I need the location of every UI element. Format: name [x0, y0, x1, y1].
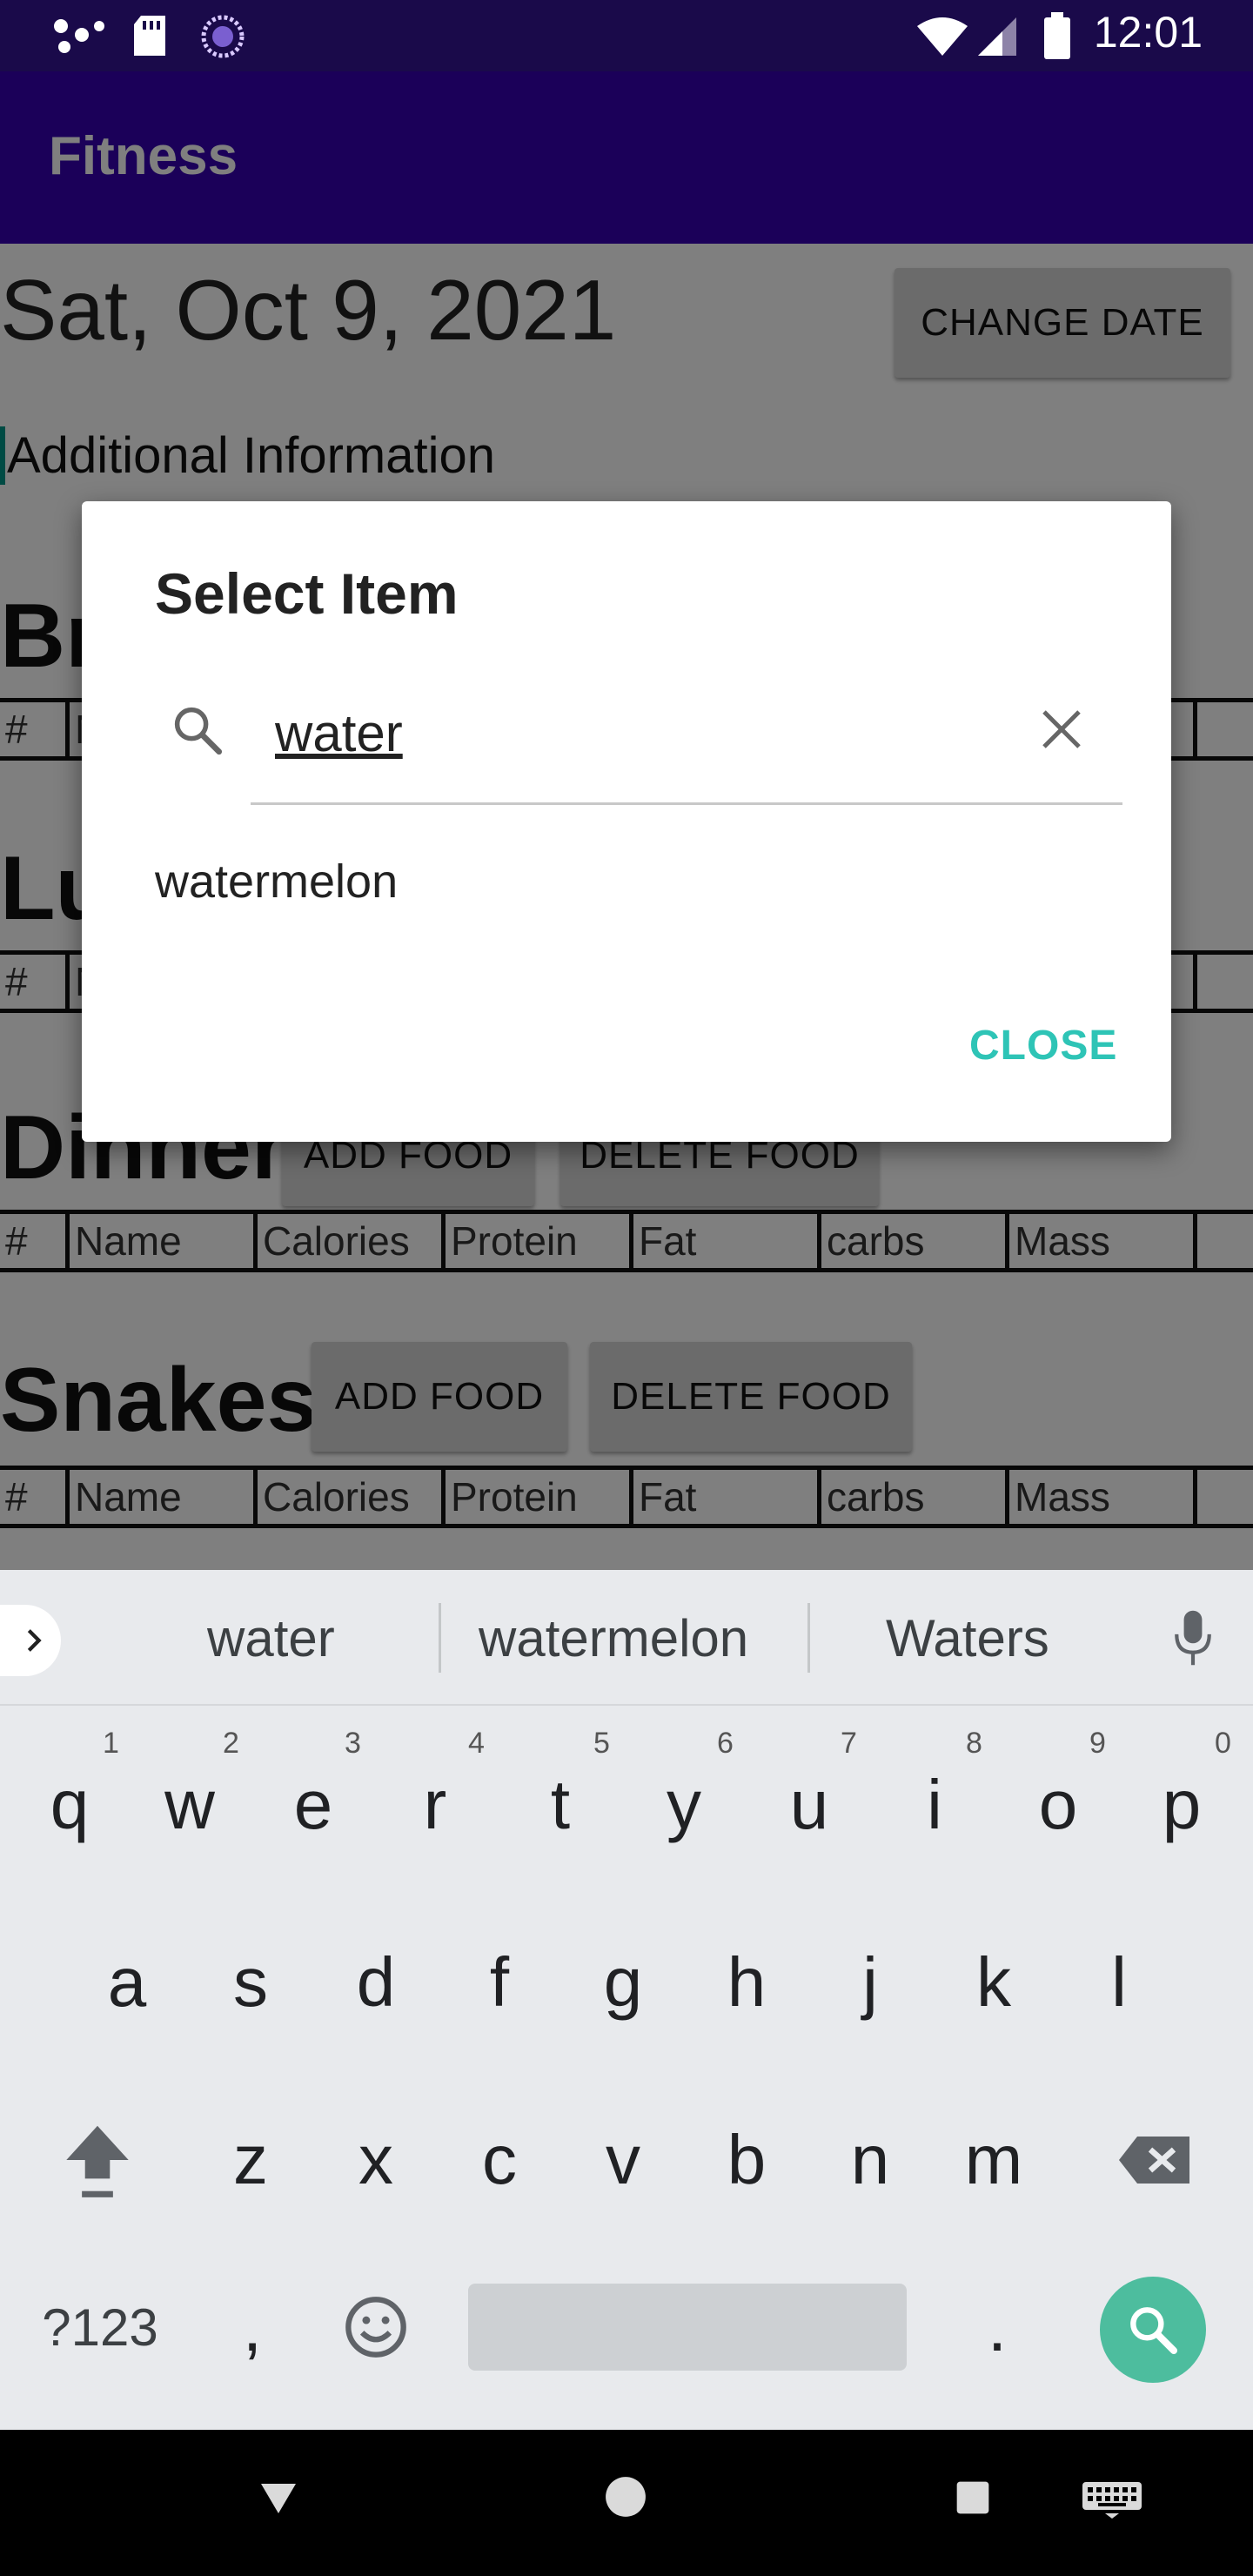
search-icon — [1130, 2307, 1177, 2354]
shift-key[interactable] — [54, 2116, 141, 2204]
key-i[interactable]: i — [891, 1761, 978, 1848]
key-a[interactable]: a — [84, 1939, 171, 2026]
key-r[interactable]: r — [392, 1761, 479, 1848]
app-notification-icon — [54, 19, 104, 53]
status-bar: 12:01 — [0, 0, 1253, 71]
suggestion-watermelon[interactable]: watermelon — [479, 1608, 748, 1668]
clock-time: 12:01 — [1093, 8, 1203, 57]
comma-key[interactable]: , — [218, 2284, 287, 2371]
suggestion-strip: water watermelon Waters — [0, 1570, 1253, 1706]
period-key[interactable]: . — [954, 2284, 1041, 2371]
key-l[interactable]: l — [1075, 1939, 1163, 2026]
chevron-right-icon — [27, 1629, 42, 1652]
search-input[interactable]: water — [275, 703, 403, 763]
key-g[interactable]: g — [580, 1939, 667, 2026]
expand-toolbar-button[interactable] — [0, 1605, 61, 1676]
suggestion-separator — [439, 1603, 441, 1673]
soft-keyboard: water watermelon Waters q 1 w 2 e 3 r 4 … — [0, 1570, 1253, 2430]
backspace-key[interactable] — [1112, 2116, 1199, 2204]
symbols-key[interactable]: ?123 — [26, 2284, 174, 2371]
key-hint-8: 8 — [966, 1727, 982, 1760]
key-u[interactable]: u — [766, 1761, 853, 1848]
key-h[interactable]: h — [703, 1939, 790, 2026]
dialog-title: Select Item — [155, 561, 459, 626]
keyboard-switch-icon[interactable] — [1081, 2480, 1143, 2519]
suggestion-separator — [807, 1603, 810, 1673]
select-item-dialog: Select Item water watermelon CLOSE — [82, 501, 1171, 1142]
key-s[interactable]: s — [207, 1939, 294, 2026]
search-input-underline — [251, 802, 1122, 805]
key-b[interactable]: b — [703, 2116, 790, 2204]
backspace-icon — [1119, 2137, 1189, 2184]
emoji-key[interactable] — [332, 2284, 419, 2371]
key-v[interactable]: v — [580, 2116, 667, 2204]
key-hint-2: 2 — [223, 1727, 239, 1760]
key-hint-5: 5 — [593, 1727, 610, 1760]
navigation-bar — [0, 2430, 1253, 2576]
close-button[interactable]: CLOSE — [969, 1022, 1117, 1070]
clear-search-icon[interactable] — [1035, 703, 1088, 755]
key-c[interactable]: c — [456, 2116, 543, 2204]
shift-icon — [66, 2125, 129, 2197]
back-icon[interactable] — [258, 2479, 299, 2517]
key-hint-9: 9 — [1089, 1727, 1106, 1760]
key-n[interactable]: n — [827, 2116, 914, 2204]
key-hint-0: 0 — [1215, 1727, 1231, 1760]
result-item-watermelon[interactable]: watermelon — [155, 855, 398, 909]
key-x[interactable]: x — [332, 2116, 419, 2204]
key-m[interactable]: m — [950, 2116, 1037, 2204]
key-f[interactable]: f — [456, 1939, 543, 2026]
key-t[interactable]: t — [517, 1761, 604, 1848]
key-z[interactable]: z — [207, 2116, 294, 2204]
key-p[interactable]: p — [1138, 1761, 1225, 1848]
suggestion-waters[interactable]: Waters — [886, 1608, 1049, 1668]
microphone-icon[interactable] — [1171, 1607, 1215, 1669]
key-o[interactable]: o — [1015, 1761, 1102, 1848]
key-j[interactable]: j — [827, 1939, 914, 2026]
space-key[interactable] — [468, 2284, 907, 2371]
sync-icon — [201, 15, 245, 58]
search-action-key[interactable] — [1100, 2277, 1206, 2383]
home-icon[interactable] — [604, 2475, 647, 2519]
cell-signal-icon — [978, 17, 1016, 56]
key-hint-7: 7 — [841, 1727, 857, 1760]
key-d[interactable]: d — [332, 1939, 419, 2026]
key-hint-6: 6 — [717, 1727, 734, 1760]
battery-icon — [1044, 12, 1070, 59]
key-hint-4: 4 — [468, 1727, 485, 1760]
sd-card-icon — [134, 16, 165, 56]
wifi-icon — [917, 17, 968, 56]
key-q[interactable]: q — [26, 1761, 113, 1848]
suggestion-water[interactable]: water — [207, 1608, 335, 1668]
key-k[interactable]: k — [950, 1939, 1037, 2026]
emoji-icon — [345, 2297, 406, 2358]
search-icon — [174, 707, 223, 755]
recents-icon[interactable] — [954, 2479, 992, 2517]
key-w[interactable]: w — [146, 1761, 233, 1848]
key-y[interactable]: y — [640, 1761, 727, 1848]
key-hint-3: 3 — [345, 1727, 361, 1760]
key-hint-1: 1 — [103, 1727, 119, 1760]
key-e[interactable]: e — [270, 1761, 357, 1848]
